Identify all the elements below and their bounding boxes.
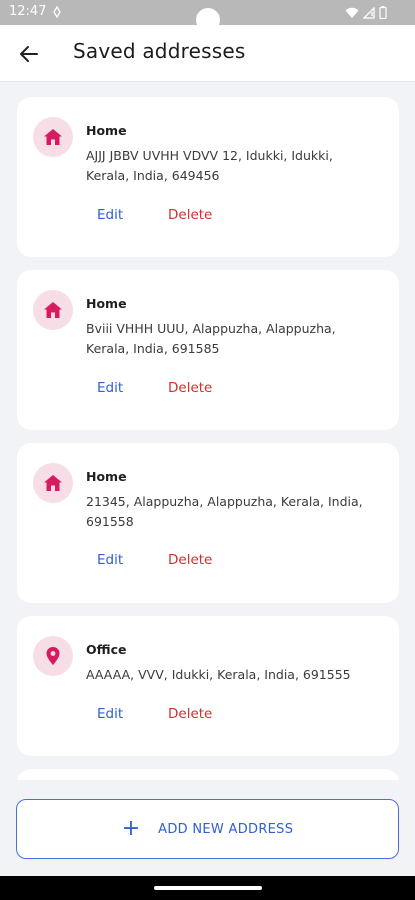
signal-icon <box>363 6 375 19</box>
address-type-icon <box>33 290 73 330</box>
address-label: Home <box>86 123 127 138</box>
address-card: Office AAAAA, VVV, Idukki, Kerala, India… <box>17 616 399 756</box>
back-button[interactable] <box>16 41 42 67</box>
edit-button[interactable]: Edit <box>97 706 123 722</box>
home-icon <box>44 475 62 491</box>
wifi-icon <box>345 7 359 18</box>
address-type-icon <box>33 463 73 503</box>
address-text: 21345, Alappuzha, Alappuzha, Kerala, Ind… <box>86 494 363 529</box>
arrow-back-icon <box>20 46 38 62</box>
add-new-address-button[interactable]: + ADD NEW ADDRESS <box>16 799 399 859</box>
home-indicator[interactable] <box>154 886 262 890</box>
address-card: Home Bviii VHHH UUU, Alappuzha, Alappuzh… <box>17 270 399 430</box>
address-text: Bviii VHHH UUU, Alappuzha, Alappuzha, Ke… <box>86 321 336 356</box>
status-time: 12:47 <box>9 4 47 19</box>
battery-icon <box>379 6 387 19</box>
address-text: AAAAA, VVV, Idukki, Kerala, India, 69155… <box>86 667 351 682</box>
plus-icon: + <box>121 816 141 841</box>
add-new-address-label: ADD NEW ADDRESS <box>158 821 294 837</box>
system-nav-bar <box>0 876 415 900</box>
delete-button[interactable]: Delete <box>168 706 212 722</box>
edit-button[interactable]: Edit <box>97 207 123 223</box>
status-icons <box>345 6 387 19</box>
page-title: Saved addresses <box>73 39 246 63</box>
edit-button[interactable]: Edit <box>97 552 123 568</box>
address-card: Home 21345, Alappuzha, Alappuzha, Kerala… <box>17 443 399 603</box>
address-label: Office <box>86 642 127 657</box>
address-card: Home AJJJ JBBV UVHH VDVV 12, Idukki, Idu… <box>17 97 399 257</box>
address-label: Home <box>86 469 127 484</box>
location-pin-icon <box>46 647 60 665</box>
data-saver-icon <box>53 6 61 18</box>
home-icon <box>44 129 62 145</box>
address-label: Home <box>86 296 127 311</box>
address-type-icon <box>33 636 73 676</box>
delete-button[interactable]: Delete <box>168 552 212 568</box>
address-type-icon <box>33 117 73 157</box>
status-bar: 12:47 <box>0 0 415 32</box>
app-bar: Saved addresses <box>0 25 415 82</box>
address-text: AJJJ JBBV UVHH VDVV 12, Idukki, Idukki, … <box>86 148 333 183</box>
edit-button[interactable]: Edit <box>97 380 123 396</box>
delete-button[interactable]: Delete <box>168 380 212 396</box>
home-icon <box>44 302 62 318</box>
delete-button[interactable]: Delete <box>168 207 212 223</box>
